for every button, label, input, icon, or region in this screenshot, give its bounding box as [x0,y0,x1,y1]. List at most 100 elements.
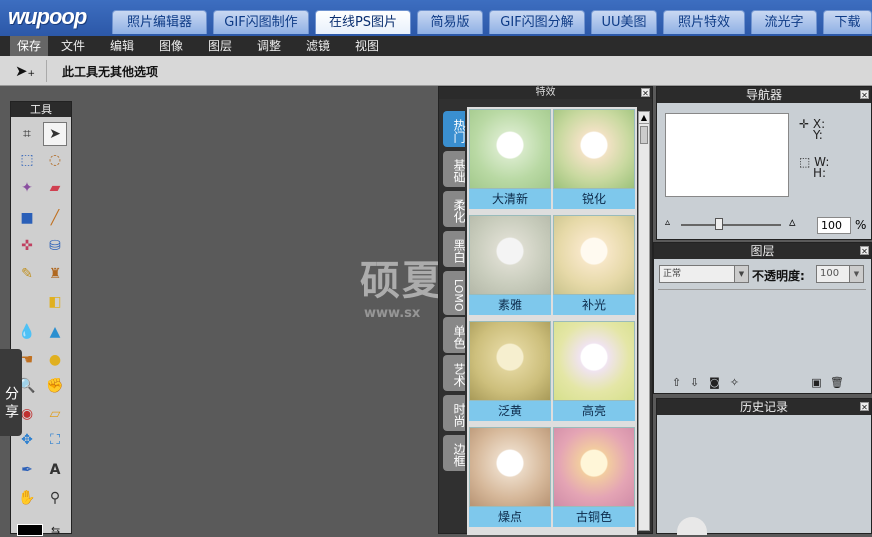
swap-colors-icon[interactable]: ⇆ [51,524,60,537]
toolbox-panel: 工具 ⌗ ➤ ⬚ ◌ ✦ ▰ ■ ╱ ✜ ⛁ ✎ ♜ ◧ 💧 ▲ ☚ ● 🔍 ✊… [10,101,72,537]
effects-tab-frame[interactable]: 边框 [443,435,466,471]
eyedropper-icon[interactable]: ✒ [15,458,39,482]
crop-icon[interactable]: ⌗ [15,122,39,146]
effect-thumb[interactable]: 泛黄 [469,321,551,423]
layer-actions-bar: ⇧ ⇩ ◙ ✧ ▣ 🗑 [658,375,866,391]
sharpen-icon[interactable]: ▲ [43,320,67,344]
blend-mode-value: 正常 [663,269,682,279]
menu-adjust[interactable]: 调整 [250,36,288,56]
share-tab[interactable]: 分享 [0,349,22,436]
chevron-down-icon: ▼ [734,266,748,282]
effect-thumb[interactable]: 古铜色 [553,427,635,529]
foreground-color-swatch[interactable] [17,524,43,536]
move-icon[interactable]: ➤ [43,122,67,146]
move-layer-down-icon[interactable]: ⇩ [688,377,701,389]
shape-icon[interactable]: ◧ [43,290,67,314]
effects-title: 特效 [439,87,652,99]
pencil-icon[interactable]: ✎ [15,262,39,286]
tab-simple[interactable]: 简易版 [417,10,483,34]
rectangle-icon[interactable]: ■ [15,206,39,230]
menu-filter[interactable]: 滤镜 [299,36,337,56]
effects-tab-bw[interactable]: 黑白 [443,231,466,267]
menu-image[interactable]: 图像 [152,36,190,56]
navigator-preview[interactable] [665,113,789,197]
zoom-out-icon[interactable]: ▵ [665,217,670,228]
zoom-in-icon[interactable]: ▵ [789,215,796,230]
burn-icon[interactable]: ✊ [43,374,67,398]
wupoop-logo[interactable]: wupoop [8,4,87,30]
blur-drop-icon[interactable]: 💧 [15,320,39,344]
layer-effects-icon[interactable]: ✧ [728,377,741,389]
scroll-thumb[interactable] [640,126,648,144]
menu-edit[interactable]: 编辑 [103,36,141,56]
opacity-select[interactable]: 100 ▼ [816,265,864,283]
watermark-url: www.sx [364,306,421,321]
new-layer-icon[interactable]: ▣ [810,377,823,389]
bandage-icon[interactable]: ▱ [43,402,67,426]
delete-layer-icon[interactable]: 🗑 [830,377,844,389]
move-layer-up-icon[interactable]: ⇧ [670,377,683,389]
history-title-text: 历史记录 [739,400,788,414]
hand-icon[interactable]: ✋ [15,486,39,510]
effect-label: 泛黄 [469,401,551,421]
tab-online-ps[interactable]: 在线PS图片 [315,10,411,34]
close-icon[interactable]: ✕ [641,88,650,98]
menu-view[interactable]: 视图 [348,36,386,56]
free-transform-icon[interactable]: ⛶ [43,428,67,452]
tab-photo-editor[interactable]: 照片编辑器 [112,10,207,34]
layer-mask-icon[interactable]: ◙ [708,377,721,389]
text-icon[interactable]: A [43,458,67,482]
eraser-icon[interactable]: ▰ [43,176,67,200]
effect-thumb[interactable]: 补光 [553,215,635,317]
brush-icon[interactable]: ╱ [43,206,67,230]
blend-mode-select[interactable]: 正常 ▼ [659,265,749,283]
y-label: Y: [813,128,823,142]
menu-bar: 保存 文件 编辑 图像 图层 调整 滤镜 视图 [0,36,872,56]
marquee-icon[interactable]: ⬚ [15,148,39,172]
h-label: H: [813,166,827,180]
menu-layer[interactable]: 图层 [201,36,239,56]
paint-bucket-icon[interactable]: ⛁ [43,234,67,258]
close-icon[interactable]: ✕ [860,246,869,256]
effect-thumb[interactable]: 锐化 [553,109,635,211]
effect-thumb[interactable]: 大清新 [469,109,551,211]
site-logo-partial [677,517,707,535]
effects-scrollbar[interactable]: ▲ [638,111,650,531]
menu-file[interactable]: 文件 [54,36,92,56]
effects-tab-soft[interactable]: 柔化 [443,191,466,227]
tab-gif-maker[interactable]: GIF闪图制作 [213,10,309,34]
tab-download[interactable]: 下载 [823,10,872,34]
effect-thumb[interactable]: 高亮 [553,321,635,423]
menu-save[interactable]: 保存 [10,36,48,56]
zoom-slider-handle[interactable] [715,218,723,230]
cursor-position: ✛ X: Y: [799,118,825,142]
effects-tab-hot[interactable]: 热门 [443,111,466,147]
close-icon[interactable]: ✕ [860,402,869,412]
history-title: 历史记录 ✕ [657,399,871,415]
sponge-icon[interactable]: ● [43,348,67,372]
zoom-slider-track[interactable] [681,224,781,226]
stamp-icon[interactable]: ♜ [43,262,67,286]
close-icon[interactable]: ✕ [860,90,869,100]
zoom-input[interactable]: 100 [817,217,851,234]
effects-tab-fashion[interactable]: 时尚 [443,395,466,431]
effects-thumbnails: 大清新 锐化 素雅 补光 泛黄 高亮 燥点 古铜色 [467,107,637,535]
tab-uu-meitu[interactable]: UU美图 [591,10,657,34]
effects-tab-art[interactable]: 艺术 [443,355,466,391]
clone-stamp-icon[interactable]: ✜ [15,234,39,258]
magic-wand-icon[interactable]: ✦ [15,176,39,200]
effect-thumb[interactable]: 素雅 [469,215,551,317]
effect-thumb[interactable]: 燥点 [469,427,551,529]
tab-glow-text[interactable]: 流光字 [751,10,817,34]
zoom-icon[interactable]: ⚲ [43,486,67,510]
options-bar: ➤+ 此工具无其他选项 [0,56,872,86]
effects-tab-basic[interactable]: 基础 [443,151,466,187]
scroll-up-icon[interactable]: ▲ [639,112,649,124]
tab-photo-effects[interactable]: 照片特效 [663,10,745,34]
options-text: 此工具无其他选项 [62,65,159,79]
effects-tab-lomo[interactable]: LOMO [443,271,465,315]
tab-gif-split[interactable]: GIF闪图分解 [489,10,585,34]
layer-list[interactable] [658,289,866,373]
lasso-icon[interactable]: ◌ [43,148,67,172]
effects-tab-mono[interactable]: 单色 [443,317,466,353]
